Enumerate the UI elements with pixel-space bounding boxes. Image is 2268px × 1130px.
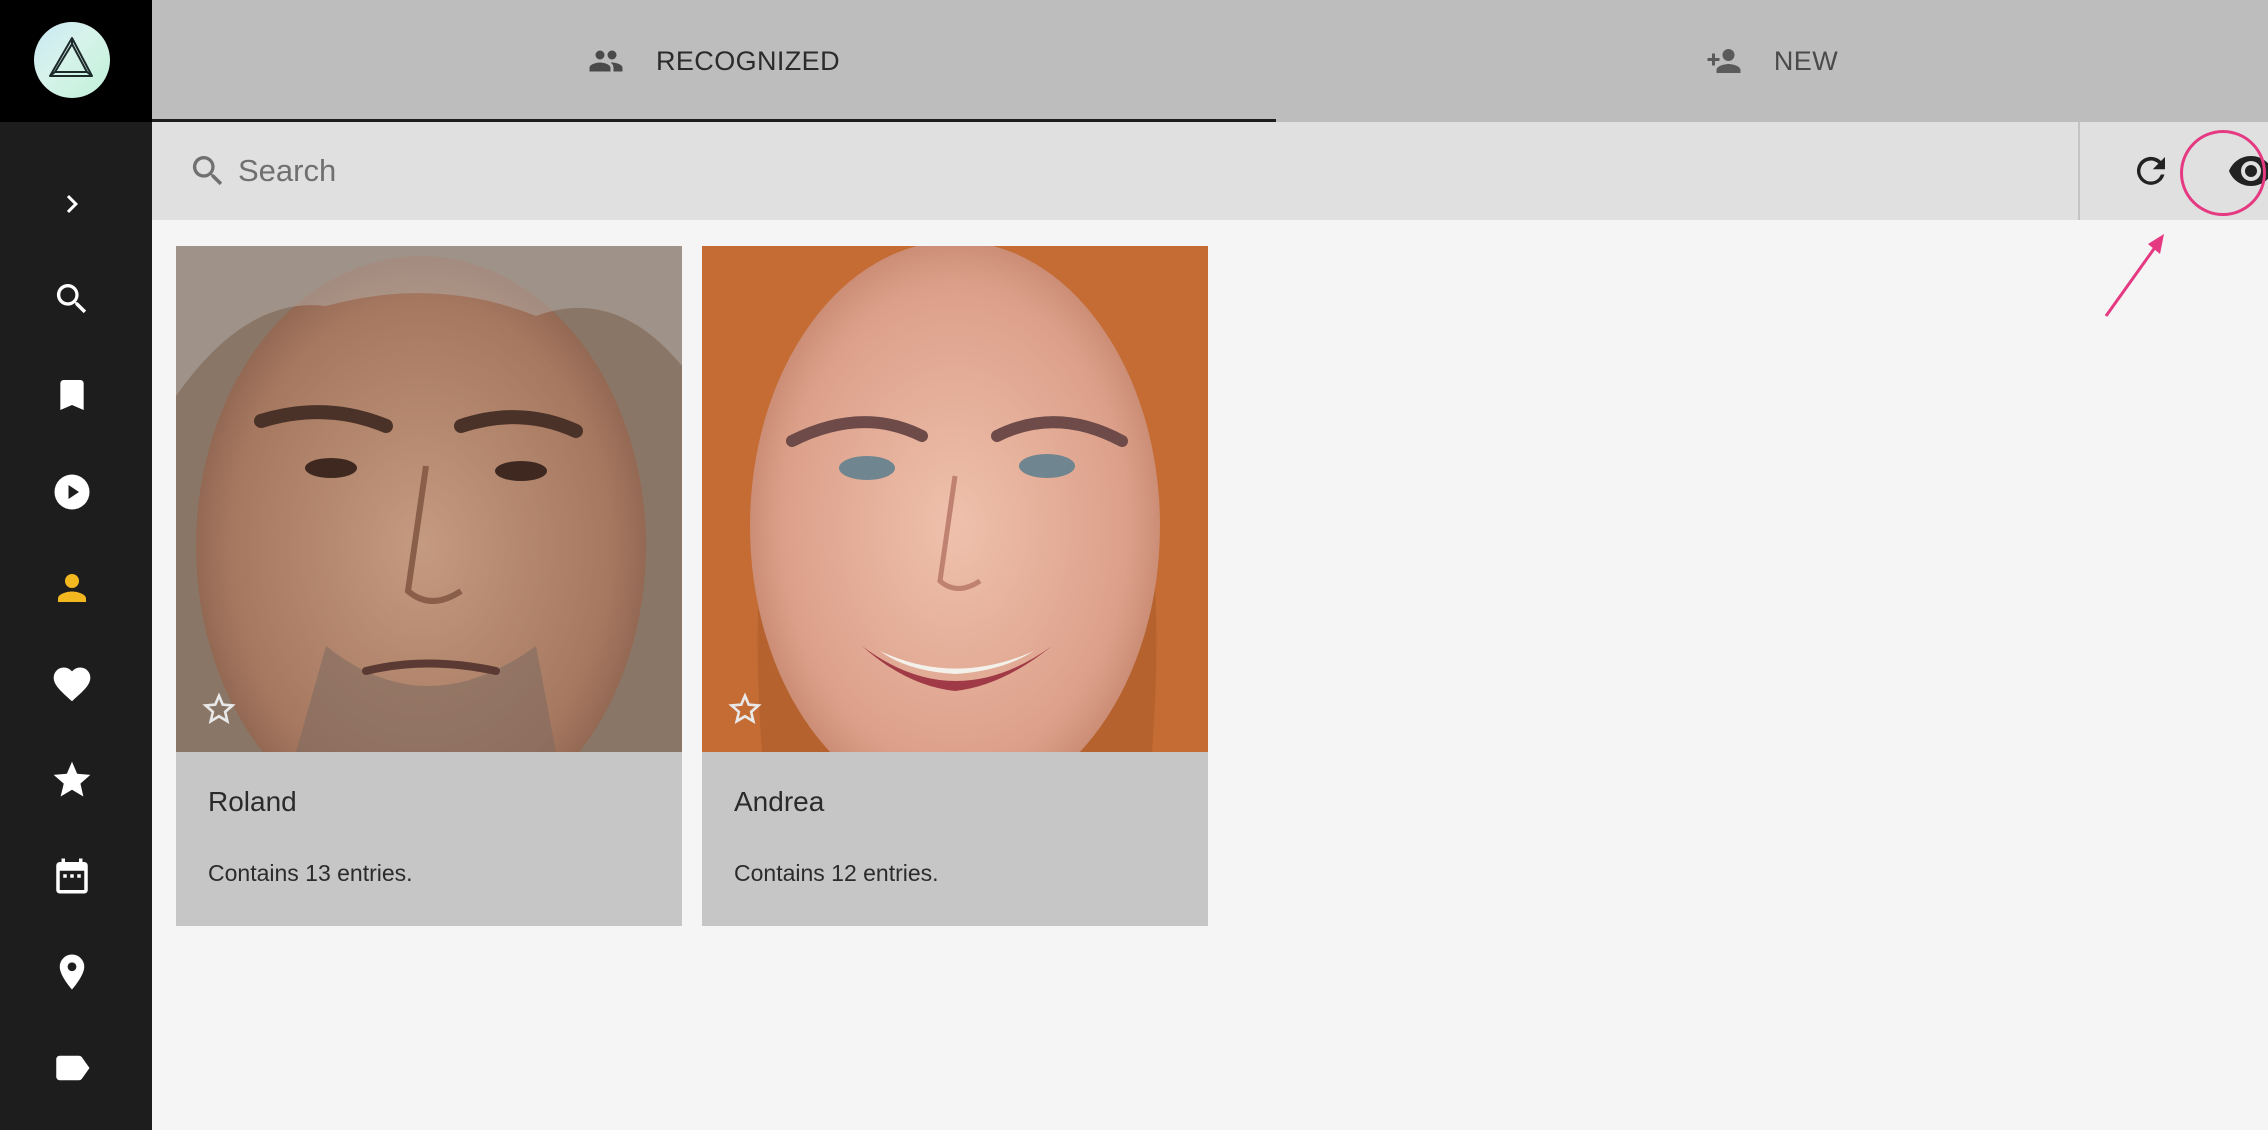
person-entry-count: Contains 12 entries. bbox=[734, 860, 939, 886]
person-icon bbox=[58, 574, 86, 602]
bookmark-icon bbox=[60, 380, 84, 410]
annotation-arrow bbox=[2104, 234, 2164, 317]
star-outline-icon bbox=[202, 692, 236, 724]
search-icon bbox=[56, 284, 87, 314]
sidebar bbox=[0, 0, 152, 1130]
tab-new-label: NEW bbox=[1773, 45, 1839, 76]
highlight-ring bbox=[2180, 130, 2266, 216]
person-face-image[interactable] bbox=[176, 246, 682, 752]
sidebar-item-labels[interactable] bbox=[36, 1032, 108, 1104]
chevron-right-icon bbox=[66, 195, 78, 213]
map-pin-icon bbox=[59, 954, 85, 990]
person-name[interactable]: Roland bbox=[208, 786, 297, 818]
favorite-star-button[interactable] bbox=[196, 686, 242, 732]
app-root: RECOGNIZED NEW Search Roland Contains 13… bbox=[0, 0, 2268, 1130]
toolbar-divider bbox=[2078, 122, 2080, 220]
sidebar-item-search[interactable] bbox=[36, 263, 108, 335]
tab-bar: RECOGNIZED NEW bbox=[152, 0, 2268, 123]
sidebar-item-calendar[interactable] bbox=[36, 840, 108, 912]
heart-icon bbox=[53, 667, 91, 702]
person-add-icon bbox=[1706, 43, 1742, 79]
sidebar-expand-button[interactable] bbox=[36, 168, 108, 240]
logo-box[interactable] bbox=[0, 0, 152, 122]
person-card[interactable]: Roland Contains 13 entries. bbox=[176, 246, 682, 926]
tab-new[interactable]: NEW bbox=[1276, 0, 2268, 122]
people-icon bbox=[588, 43, 624, 79]
refresh-button[interactable] bbox=[2122, 142, 2180, 200]
person-name[interactable]: Andrea bbox=[734, 786, 824, 818]
play-circle-icon bbox=[54, 474, 90, 510]
refresh-icon bbox=[2136, 156, 2165, 185]
person-entry-count: Contains 13 entries. bbox=[208, 860, 413, 886]
search-icon bbox=[188, 151, 228, 196]
star-outline-icon bbox=[728, 692, 762, 724]
sidebar-item-albums[interactable] bbox=[36, 359, 108, 431]
search-input[interactable] bbox=[238, 144, 1938, 198]
tab-recognized-label: RECOGNIZED bbox=[655, 45, 840, 76]
sidebar-item-places[interactable] bbox=[36, 936, 108, 1008]
person-card[interactable]: Andrea Contains 12 entries. bbox=[702, 246, 1208, 926]
sidebar-item-videos[interactable] bbox=[36, 456, 108, 528]
sidebar-item-favorites[interactable] bbox=[36, 648, 108, 720]
label-icon bbox=[56, 1055, 90, 1081]
sidebar-item-moments[interactable] bbox=[36, 744, 108, 816]
sidebar-item-people[interactable] bbox=[36, 552, 108, 624]
star-icon bbox=[53, 761, 91, 797]
person-face-image[interactable] bbox=[702, 246, 1208, 752]
search-toolbar bbox=[152, 122, 2268, 220]
app-logo[interactable] bbox=[34, 22, 110, 98]
tab-recognized[interactable]: RECOGNIZED bbox=[152, 0, 1276, 122]
calendar-icon bbox=[56, 858, 88, 894]
favorite-star-button[interactable] bbox=[722, 686, 768, 732]
